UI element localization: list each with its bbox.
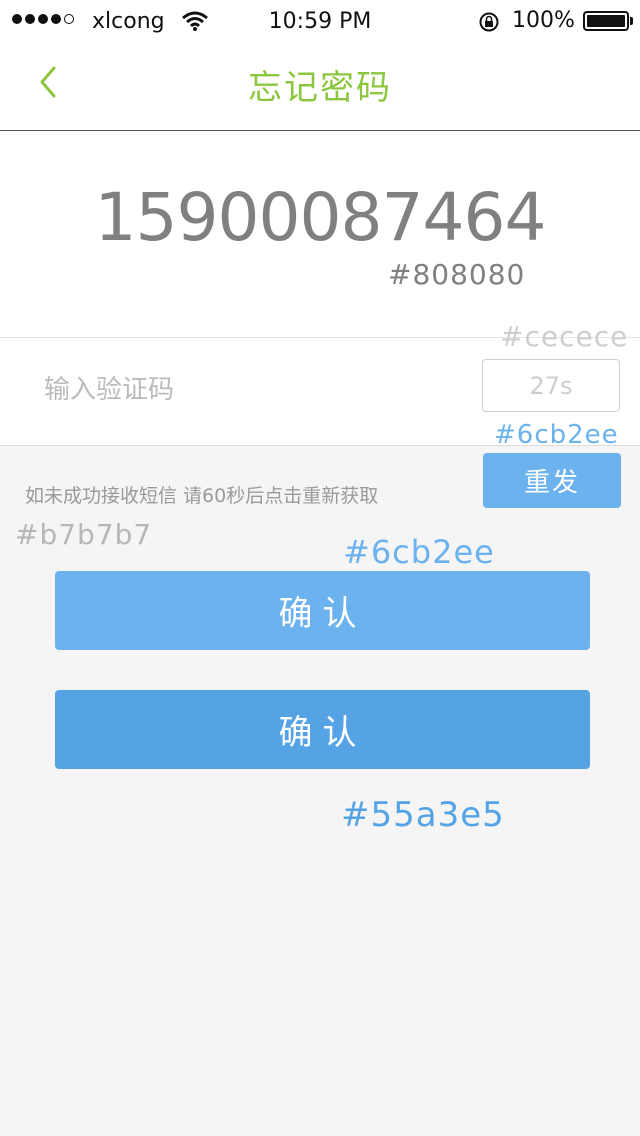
battery-icon xyxy=(583,11,629,31)
annotation-phone-color: #808080 xyxy=(388,258,526,291)
page-title: 忘记密码 xyxy=(248,68,392,108)
resend-hint: 如未成功接收短信 请60秒后点击重新获取 xyxy=(25,485,379,507)
confirm-button-pressed[interactable]: 确认 xyxy=(55,690,590,769)
confirm-button[interactable]: 确认 xyxy=(55,571,590,650)
navigation-bar: 忘记密码 xyxy=(0,44,640,131)
phone-section: 15900087464 xyxy=(0,131,640,337)
countdown-timer: 27s xyxy=(482,359,620,412)
resend-button[interactable]: 重发 xyxy=(483,453,621,508)
phone-number: 15900087464 xyxy=(94,179,547,256)
annotation-confirm-light-color: #6cb2ee xyxy=(343,533,495,571)
annotation-hint-color: #b7b7b7 xyxy=(15,518,153,551)
rotation-lock-icon xyxy=(478,11,500,37)
annotation-border-color: #cecece xyxy=(500,320,629,353)
annotation-confirm-dark-color: #55a3e5 xyxy=(341,795,505,835)
battery-percent: 100% xyxy=(512,8,575,33)
annotation-resend-color: #6cb2ee xyxy=(494,420,619,450)
status-bar: xlcong 10:59 PM 100% xyxy=(0,0,640,44)
verification-code-input[interactable] xyxy=(44,368,424,412)
